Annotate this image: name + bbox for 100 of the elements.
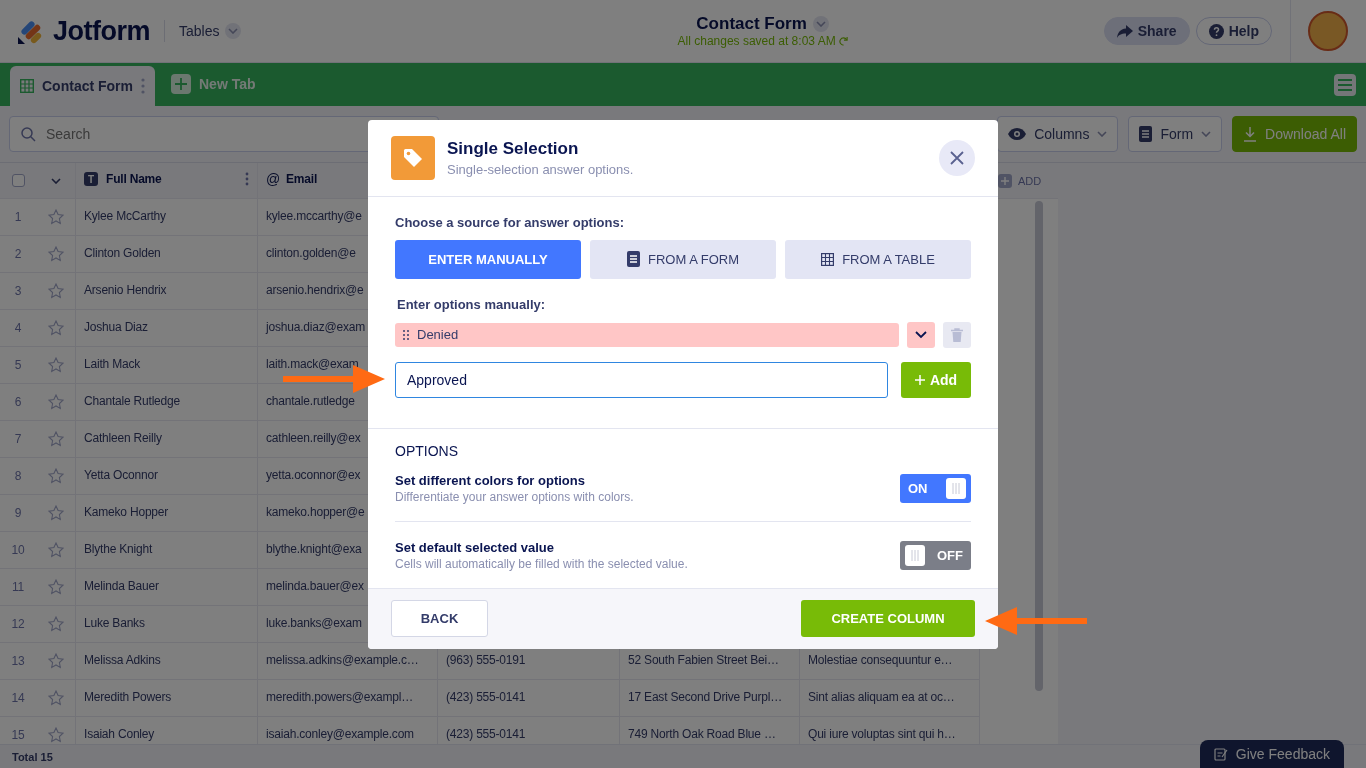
- source-option[interactable]: FROM A FORM: [590, 239, 776, 279]
- download-icon: [1243, 126, 1258, 142]
- chevron-down-icon: [228, 28, 239, 34]
- dialog-title: Single Selection: [447, 138, 580, 159]
- table-cell: Melinda Bauer: [76, 569, 258, 605]
- edit-note-icon: [1213, 747, 1228, 761]
- plus-icon: [171, 74, 191, 94]
- row-number: 14: [10, 690, 26, 707]
- scrollbar[interactable]: [1035, 201, 1043, 691]
- create-column-button[interactable]: CREATE COLUMN: [801, 599, 975, 637]
- table-cell: Cathleen Reilly: [76, 421, 258, 457]
- star-icon[interactable]: [47, 690, 64, 706]
- option-input[interactable]: Approved: [395, 361, 888, 398]
- search-icon: [21, 127, 36, 142]
- close-icon: [950, 150, 964, 165]
- row-number: 6: [13, 394, 23, 411]
- close-button[interactable]: [939, 139, 975, 176]
- star-icon[interactable]: [47, 394, 64, 410]
- feedback-button[interactable]: Give Feedback: [1199, 740, 1344, 768]
- help-icon: [1208, 23, 1224, 39]
- star-icon[interactable]: [47, 283, 64, 299]
- columns-button[interactable]: Columns: [997, 116, 1119, 152]
- back-button[interactable]: BACK: [391, 599, 488, 637]
- table-cell: Laith Mack: [76, 347, 258, 383]
- product-menu[interactable]: Tables: [179, 23, 220, 39]
- chevron-down-icon: [1201, 131, 1212, 137]
- table-cell: Clinton Golden: [76, 236, 258, 272]
- row-number: 3: [13, 283, 23, 300]
- table-cell: Kylee McCarthy: [76, 199, 258, 235]
- toggle-switch[interactable]: ON: [900, 473, 971, 503]
- table-cell: Melissa Adkins: [76, 643, 258, 679]
- row-number: 10: [10, 542, 26, 559]
- chevron-down-icon: [915, 330, 927, 339]
- row-number: 15: [10, 727, 26, 744]
- chevron-down-icon: [815, 21, 826, 27]
- tag-icon: [402, 146, 424, 169]
- table-cell: Joshua Diaz: [76, 310, 258, 346]
- row-total: Total 15: [12, 751, 53, 763]
- help-button[interactable]: Help: [1195, 17, 1272, 45]
- table-grid-icon: [20, 79, 34, 93]
- table-cell: Luke Banks: [76, 606, 258, 642]
- form-button[interactable]: Form: [1128, 116, 1223, 152]
- chevron-down-icon: [50, 177, 61, 184]
- row-number: 9: [13, 505, 23, 522]
- table-grid-icon: [821, 252, 835, 266]
- eye-icon: [1008, 128, 1027, 140]
- table-cell: Kameko Hopper: [76, 495, 258, 531]
- star-icon[interactable]: [47, 653, 64, 669]
- chevron-down-icon: [1097, 131, 1108, 137]
- star-icon[interactable]: [47, 468, 64, 484]
- plus-icon: [1001, 176, 1009, 185]
- document-icon: [627, 251, 640, 267]
- table-title[interactable]: Contact Form: [696, 14, 807, 34]
- row-number: 13: [10, 653, 26, 670]
- menu-button[interactable]: [1334, 74, 1356, 96]
- source-option[interactable]: ENTER MANUALLY: [395, 239, 581, 279]
- table-cell: meredith.powers@exampl…: [258, 680, 438, 716]
- star-icon[interactable]: [47, 431, 64, 447]
- star-icon[interactable]: [47, 209, 64, 225]
- sheet-tab[interactable]: Contact Form: [10, 66, 155, 106]
- refresh-icon: [838, 36, 848, 46]
- row-number: 4: [13, 320, 23, 337]
- select-all-checkbox[interactable]: [11, 174, 25, 187]
- share-button[interactable]: Share: [1103, 17, 1190, 45]
- table-cell: Meredith Powers: [76, 680, 258, 716]
- kebab-icon: [245, 172, 249, 186]
- star-icon[interactable]: [47, 320, 64, 336]
- avatar[interactable]: [1308, 11, 1348, 51]
- star-icon[interactable]: [47, 357, 64, 373]
- delete-button[interactable]: [943, 321, 971, 348]
- color-dropdown-button[interactable]: [907, 321, 935, 348]
- grip-icon: [951, 481, 961, 495]
- row-number: 7: [13, 431, 23, 448]
- grip-icon: [910, 548, 920, 562]
- star-icon[interactable]: [47, 542, 64, 558]
- star-icon[interactable]: [47, 616, 64, 632]
- star-icon[interactable]: [47, 727, 64, 743]
- row-number: 5: [13, 357, 23, 374]
- star-icon[interactable]: [47, 246, 64, 262]
- document-icon: [1139, 126, 1153, 142]
- table-cell: Arsenio Hendrix: [76, 273, 258, 309]
- toggle-switch[interactable]: OFF: [900, 540, 971, 570]
- plus-icon: [914, 374, 925, 385]
- row-number: 1: [13, 209, 23, 226]
- trash-icon: [951, 327, 963, 342]
- table-cell: Chantale Rutledge: [76, 384, 258, 420]
- row-number: 11: [10, 579, 26, 596]
- column-header[interactable]: T Full Name: [76, 163, 258, 198]
- star-icon[interactable]: [47, 579, 64, 595]
- logo-wordmark: Jotform: [53, 15, 150, 47]
- star-icon[interactable]: [47, 505, 64, 521]
- save-status: All changes saved at 8:03 AM: [677, 34, 836, 48]
- add-button[interactable]: Add: [901, 361, 971, 398]
- drag-handle-icon[interactable]: [403, 329, 409, 340]
- table-cell: Yetta Oconnor: [76, 458, 258, 494]
- answer-option[interactable]: Denied: [395, 322, 899, 347]
- table-cell: (423) 555-0141: [438, 680, 620, 716]
- source-option[interactable]: FROM A TABLE: [785, 239, 971, 279]
- menu-icon: [1338, 79, 1352, 91]
- kebab-icon: [141, 78, 145, 94]
